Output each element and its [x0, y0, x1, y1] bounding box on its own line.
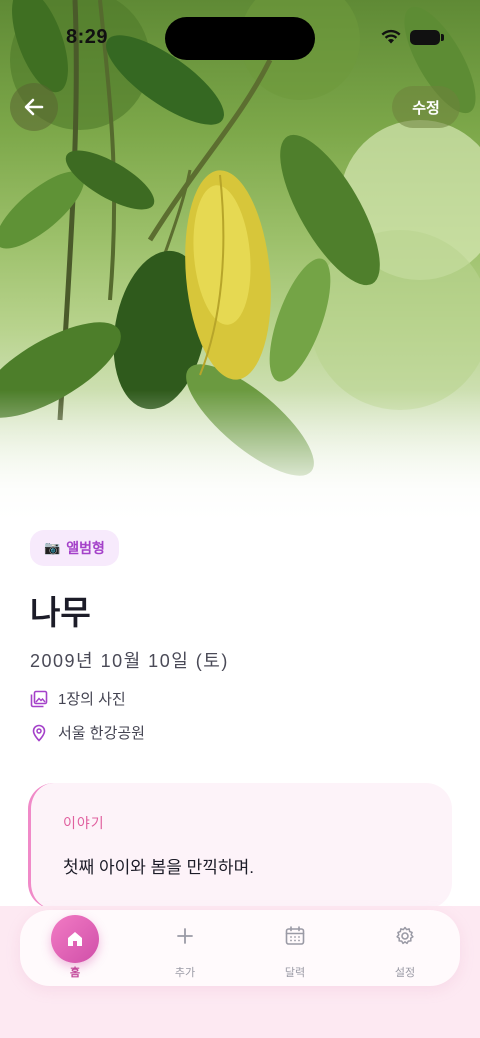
bottom-nav: 홈 추가 달력 설정	[20, 910, 460, 986]
story-text: 첫째 아이와 봄을 만끽하며.	[63, 858, 254, 877]
type-chip-label: 앨범형	[66, 540, 105, 556]
photo-count-text: 1장의 사진	[58, 691, 126, 708]
home-button[interactable]	[51, 915, 99, 963]
back-button[interactable]	[10, 83, 58, 131]
hero-photo	[0, 0, 480, 530]
nav-item-home[interactable]: 홈	[20, 910, 130, 986]
nav-item-settings[interactable]: 설정	[350, 910, 460, 986]
story-label: 이야기	[63, 815, 105, 831]
wifi-icon	[381, 29, 401, 44]
calendar-icon	[285, 926, 305, 945]
nav-label-home: 홈	[69, 967, 81, 979]
home-icon	[68, 932, 82, 946]
dynamic-island	[165, 17, 315, 60]
photo-count-row: 1장의 사진	[30, 688, 126, 709]
page-title: 나무	[30, 594, 91, 631]
record-date: 2009년 10월 10일 (토)	[30, 651, 229, 671]
arrow-left-icon	[24, 98, 44, 116]
nav-label-add: 추가	[174, 967, 196, 979]
nav-item-add[interactable]: 추가	[130, 910, 240, 986]
nav-item-calendar[interactable]: 달력	[240, 910, 350, 986]
gear-icon	[396, 926, 414, 945]
location-text: 서울 한강공원	[58, 725, 145, 742]
nav-label-settings: 설정	[394, 967, 416, 979]
plus-icon	[177, 928, 193, 944]
location-pin-icon	[32, 724, 46, 742]
location-row: 서울 한강공원	[30, 722, 145, 743]
edit-button[interactable]: 수정	[392, 86, 460, 128]
photo-stack-icon	[30, 690, 48, 707]
status-time: 8:29	[66, 26, 109, 48]
nav-label-calendar: 달력	[284, 967, 306, 979]
story-card: 이야기 첫째 아이와 봄을 만끽하며.	[28, 783, 452, 909]
camera-icon: 📷	[44, 540, 61, 555]
type-chip: 📷 앨범형	[30, 530, 119, 566]
status-icons	[380, 29, 444, 45]
battery-icon	[410, 29, 444, 45]
